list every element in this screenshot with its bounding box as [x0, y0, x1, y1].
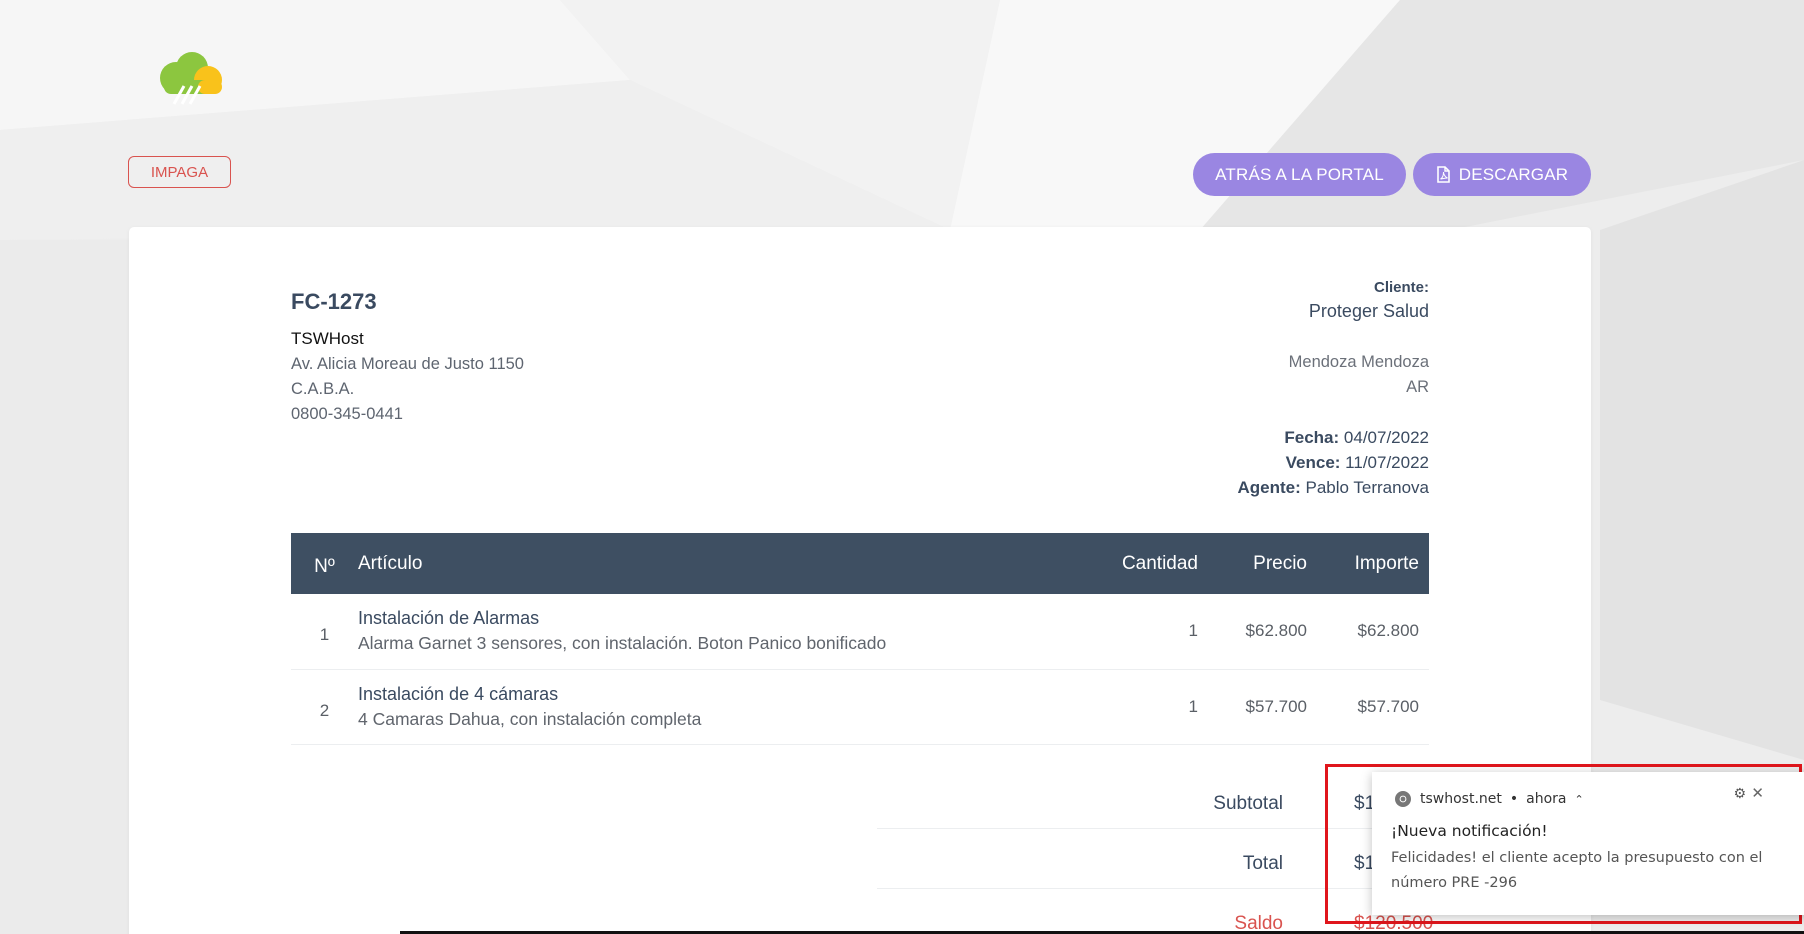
company-city: C.A.B.A.: [291, 380, 355, 398]
notification-separator: •: [1509, 791, 1519, 807]
client-name: Proteger Salud: [1308, 301, 1429, 321]
col-num: Nº: [291, 533, 358, 594]
item-title: Instalación de 4 cámaras: [358, 683, 559, 704]
back-to-portal-button[interactable]: ATRÁS A LA PORTAL: [1193, 153, 1406, 196]
close-icon[interactable]: ✕: [1751, 784, 1764, 802]
notification-source: tswhost.net: [1420, 791, 1502, 807]
chrome-icon: [1395, 791, 1411, 807]
chevron-up-icon[interactable]: ⌃: [1575, 793, 1584, 806]
item-title: Instalación de Alarmas: [358, 608, 540, 629]
company-name: TSWHost: [291, 329, 364, 348]
cloud-logo-icon: [160, 52, 222, 105]
total-label: Total: [1242, 853, 1283, 874]
col-amount: Importe: [1317, 533, 1429, 594]
pdf-file-icon: [1436, 166, 1450, 183]
notification-body: Felicidades! el cliente acepto la presup…: [1391, 850, 1763, 891]
row-item: Instalación de Alarmas Alarma Garnet 3 s…: [358, 594, 1050, 669]
table-header-row: Nº Artículo Cantidad Precio Importe: [291, 533, 1429, 594]
client-city: Mendoza Mendoza: [1288, 353, 1429, 371]
row-price: $57.700: [1245, 696, 1307, 716]
subtotal-label: Subtotal: [1213, 793, 1283, 814]
row-amount: $57.700: [1357, 696, 1419, 716]
items-table: Nº Artículo Cantidad Precio Importe 1 In…: [291, 533, 1429, 745]
col-price: Precio: [1200, 533, 1317, 594]
notification-header: tswhost.net • ahora ⌃: [1394, 790, 1584, 808]
meta-date-label: Fecha:: [1284, 428, 1340, 447]
row-qty: 1: [1188, 621, 1198, 641]
download-label: DESCARGAR: [1458, 164, 1569, 184]
company-phone: 0800-345-0441: [291, 405, 403, 423]
meta-due: Vence: 11/07/2022: [1286, 453, 1429, 473]
meta-due-value: 11/07/2022: [1345, 453, 1429, 472]
gear-icon[interactable]: ⚙: [1733, 786, 1746, 802]
meta-due-label: Vence:: [1285, 453, 1341, 472]
row-item: Instalación de 4 cámaras 4 Camaras Dahua…: [358, 669, 1050, 744]
meta-agent-value: Pablo Terranova: [1305, 478, 1430, 497]
client-country: AR: [1406, 378, 1429, 396]
row-price: $62.800: [1245, 621, 1307, 641]
row-qty: 1: [1188, 696, 1198, 716]
row-amount: $62.800: [1357, 621, 1419, 641]
download-button[interactable]: DESCARGAR: [1413, 153, 1591, 196]
row-num: 1: [319, 625, 330, 645]
item-description: Alarma Garnet 3 sensores, con instalació…: [358, 633, 887, 654]
company-address: Av. Alicia Moreau de Justo 1150: [291, 355, 524, 373]
col-item: Artículo: [358, 533, 1050, 594]
row-num: 2: [319, 700, 330, 720]
table-row: 1 Instalación de Alarmas Alarma Garnet 3…: [291, 594, 1429, 669]
invoice-number: FC-1273: [291, 289, 377, 314]
browser-notification[interactable]: tswhost.net • ahora ⌃ ⚙ ✕ ¡Nueva notific…: [1372, 772, 1804, 915]
notification-time: ahora: [1526, 791, 1567, 807]
status-badge: IMPAGA: [128, 156, 231, 188]
table-row: 2 Instalación de 4 cámaras 4 Camaras Dah…: [291, 669, 1429, 744]
meta-agent-label: Agente:: [1237, 478, 1301, 497]
meta-date: Fecha: 04/07/2022: [1284, 428, 1429, 448]
meta-agent: Agente: Pablo Terranova: [1237, 478, 1429, 498]
meta-date-value: 04/07/2022: [1343, 428, 1429, 447]
back-to-portal-label: ATRÁS A LA PORTAL: [1215, 164, 1384, 184]
client-label: Cliente:: [1373, 279, 1429, 296]
col-qty: Cantidad: [1050, 533, 1200, 594]
item-description: 4 Camaras Dahua, con instalación complet…: [358, 708, 702, 729]
notification-title: ¡Nueva notificación!: [1391, 822, 1548, 840]
